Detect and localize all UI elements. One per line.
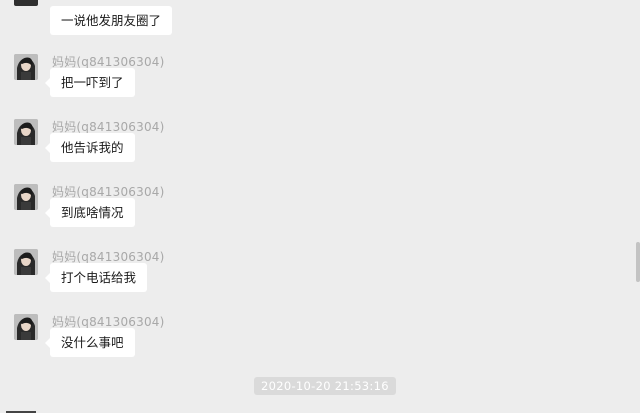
avatar[interactable] [14, 184, 38, 210]
avatar[interactable] [14, 54, 38, 80]
avatar[interactable] [14, 314, 38, 340]
avatar-photo-icon [14, 119, 38, 145]
message-bubble[interactable]: 打个电话给我 [44, 263, 148, 292]
avatar[interactable] [14, 0, 38, 6]
avatar[interactable] [14, 249, 38, 275]
avatar-photo-icon [14, 314, 38, 340]
message-row: 妈妈(q841306304) 打个电话给我 [14, 249, 574, 309]
scrollbar-thumb[interactable] [636, 242, 640, 282]
message-row: 妈妈(q841306304) 他告诉我的 [14, 119, 574, 179]
message-bubble[interactable]: 他告诉我的 [45, 133, 135, 162]
avatar[interactable] [14, 119, 38, 145]
message-bubble[interactable]: 到底啥情况 [45, 198, 135, 227]
message-bubble[interactable]: 把一吓到了 [45, 68, 135, 97]
chat-history: 一说他发朋友圈了 妈妈(q841306304) 把一吓到了 妈妈(q841306… [0, 0, 640, 413]
avatar-photo-icon [14, 249, 38, 275]
timestamp-divider: 2020-10-20 21:53:16 [254, 377, 396, 395]
avatar-photo-icon [14, 54, 38, 80]
message-bubble[interactable]: 一说他发朋友圈了 [50, 6, 173, 35]
message-row: 妈妈(q841306304) 到底啥情况 [14, 184, 574, 244]
message-row: 妈妈(q841306304) 没什么事吧 [14, 314, 574, 374]
avatar-photo-icon [14, 184, 38, 210]
message-row: 妈妈(q841306304) 把一吓到了 [14, 54, 574, 114]
message-bubble[interactable]: 没什么事吧 [45, 328, 135, 357]
